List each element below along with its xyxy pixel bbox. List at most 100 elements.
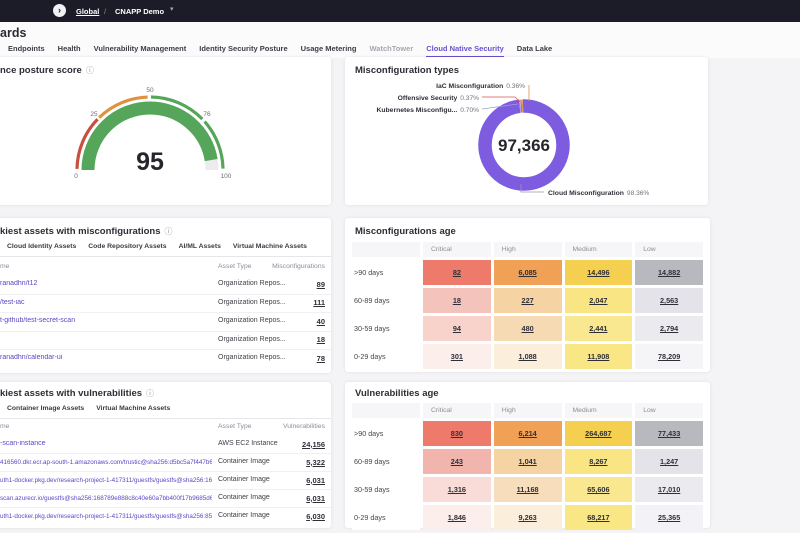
column-header-low: Low — [635, 242, 703, 257]
tab-vulnerability-management[interactable]: Vulnerability Management — [94, 44, 187, 58]
heat-cell: 78,209 — [635, 344, 703, 369]
breadcrumb-current[interactable]: CNAPP Demo — [115, 7, 164, 16]
heat-cell: 1,088 — [494, 344, 562, 369]
vuln-count-link[interactable]: 24,156 — [302, 440, 325, 449]
riskiest-misconfig-title: kiest assets with misconfigurationsⓘ — [0, 226, 173, 237]
posture-score-card: nce posture scoreⓘ 0 25 50 76 100 95 — [0, 57, 331, 205]
heat-cell: 17,010 — [635, 477, 703, 502]
misconfig-count-link[interactable]: 78 — [317, 354, 325, 363]
heat-cell: 2,794 — [635, 316, 703, 341]
tab-watchtower[interactable]: WatchTower — [369, 44, 413, 58]
table-row: uth1-docker.pkg.dev/research-project-1-4… — [0, 472, 331, 490]
heat-cell: 9,263 — [494, 505, 562, 530]
asset-link[interactable]: scan.azurecr.io/guestfs@sha256:168789e88… — [0, 495, 212, 502]
misconfig-count-link[interactable]: 18 — [317, 335, 325, 344]
heat-cell: 6,214 — [494, 421, 562, 446]
heat-cell: 25,365 — [635, 505, 703, 530]
heat-cell: 94 — [423, 316, 491, 341]
vuln-table-header: me Asset Type Vulnerabilities — [0, 423, 331, 435]
info-icon[interactable]: ⓘ — [165, 227, 173, 236]
row-label: 60-89 days — [352, 449, 420, 474]
vuln-count-link[interactable]: 6,031 — [306, 476, 325, 485]
heat-cell: 1,846 — [423, 505, 491, 530]
asset-link[interactable]: uth1-docker.pkg.dev/research-project-1-4… — [0, 513, 212, 520]
misconfig-count-link[interactable]: 89 — [317, 280, 325, 289]
asset-link[interactable]: -scan-instance — [0, 440, 212, 447]
column-header-medium: Medium — [565, 242, 633, 257]
asset-link[interactable]: 416560.dkr.ecr.ap-south-1.amazonaws.com/… — [0, 459, 212, 466]
breadcrumb-global-link[interactable]: Global — [76, 7, 99, 16]
gauge-tick-25: 25 — [90, 111, 98, 118]
heat-cell: 18 — [423, 288, 491, 313]
heat-cell: 1,041 — [494, 449, 562, 474]
heat-cell: 227 — [494, 288, 562, 313]
tab-container-image-assets[interactable]: Container Image Assets — [7, 405, 84, 412]
riskiest-vuln-assets-card: kiest assets with vulnerabilitiesⓘ Conta… — [0, 382, 331, 528]
heat-cell: 6,085 — [494, 260, 562, 285]
misconfigurations-age-title: Misconfigurations age — [355, 226, 456, 237]
tab-endpoints[interactable]: Endpoints — [8, 44, 45, 58]
tab-data-lake[interactable]: Data Lake — [517, 44, 552, 58]
heat-cell: 77,433 — [635, 421, 703, 446]
vuln-count-link[interactable]: 5,322 — [306, 458, 325, 467]
misconfiguration-types-donut-chart: IaC Misconfiguration0.36% Offensive Secu… — [345, 57, 708, 205]
tab-ai-ml-assets[interactable]: AI/ML Assets — [179, 243, 221, 250]
tab-identity-security-posture[interactable]: Identity Security Posture — [199, 44, 287, 58]
column-header-critical: Critical — [423, 403, 491, 418]
tab-code-repository-assets[interactable]: Code Repository Assets — [88, 243, 166, 250]
vuln-count-link[interactable]: 6,031 — [306, 494, 325, 503]
tab-cloud-identity-assets[interactable]: Cloud Identity Assets — [7, 243, 76, 250]
misconfig-count-link[interactable]: 111 — [313, 298, 325, 307]
dashboard-root: › Global / CNAPP Demo ▾ ards Endpoints H… — [0, 0, 800, 533]
posture-gauge-chart: 0 25 50 76 100 95 — [40, 66, 260, 186]
table-row: 416560.dkr.ecr.ap-south-1.amazonaws.com/… — [0, 454, 331, 472]
page-title: ards — [0, 26, 26, 40]
app-logo-icon[interactable]: › — [53, 4, 66, 17]
asset-link[interactable]: ranadhn/t12 — [0, 280, 212, 287]
tab-virtual-machine-assets[interactable]: Virtual Machine Assets — [233, 243, 307, 250]
gauge-tick-100: 100 — [221, 173, 232, 180]
donut-label-offensive: Offensive Security0.37% — [398, 95, 480, 102]
misconfig-asset-tabs: Cloud Identity Assets Code Repository As… — [7, 243, 307, 250]
heat-cell: 243 — [423, 449, 491, 474]
info-icon[interactable]: ⓘ — [146, 389, 154, 398]
vulnerabilities-age-table: Critical High Medium Low >90 days 830 6,… — [352, 403, 703, 530]
row-label: 30-59 days — [352, 316, 420, 341]
asset-link[interactable]: /test-iac — [0, 299, 212, 306]
tab-virtual-machine-assets[interactable]: Virtual Machine Assets — [96, 405, 170, 412]
heat-cell: 264,687 — [565, 421, 633, 446]
table-row: /test-iac Organization Repos... 111 — [0, 295, 331, 314]
heat-cell: 11,168 — [494, 477, 562, 502]
heat-cell: 11,908 — [565, 344, 633, 369]
gauge-tick-50: 50 — [146, 87, 154, 94]
riskiest-misconfig-assets-card: kiest assets with misconfigurationsⓘ Clo… — [0, 218, 331, 373]
table-row: scan.azurecr.io/guestfs@sha256:168789e88… — [0, 490, 331, 508]
heat-cell: 2,441 — [565, 316, 633, 341]
tab-health[interactable]: Health — [58, 44, 81, 58]
column-header-high: High — [494, 242, 562, 257]
row-label: 0-29 days — [352, 344, 420, 369]
donut-label-iac: IaC Misconfiguration0.36% — [436, 83, 525, 90]
chevron-down-icon[interactable]: ▾ — [170, 5, 174, 13]
vuln-asset-tabs: Container Image Assets Virtual Machine A… — [7, 405, 170, 412]
column-header-critical: Critical — [423, 242, 491, 257]
row-label: 0-29 days — [352, 505, 420, 530]
misconfig-count-link[interactable]: 40 — [317, 317, 325, 326]
asset-link[interactable]: t-github/test-secret-scan — [0, 317, 212, 324]
table-row: -scan-instance AWS EC2 Instance 24,156 — [0, 436, 331, 454]
heat-cell: 14,496 — [565, 260, 633, 285]
heat-cell: 2,563 — [635, 288, 703, 313]
tab-usage-metering[interactable]: Usage Metering — [301, 44, 357, 58]
vuln-count-link[interactable]: 6,030 — [306, 512, 325, 521]
heat-cell: 82 — [423, 260, 491, 285]
asset-link[interactable]: ranadhn/calendar-ui — [0, 354, 212, 361]
heat-cell: 830 — [423, 421, 491, 446]
vulnerabilities-age-title: Vulnerabilities age — [355, 388, 439, 399]
donut-total-value: 97,366 — [498, 136, 550, 155]
asset-link[interactable]: uth1-docker.pkg.dev/research-project-1-4… — [0, 477, 212, 484]
column-header-high: High — [494, 403, 562, 418]
heat-cell: 1,316 — [423, 477, 491, 502]
column-header-medium: Medium — [565, 403, 633, 418]
row-label: >90 days — [352, 260, 420, 285]
tab-cloud-native-security[interactable]: Cloud Native Security — [426, 44, 504, 58]
